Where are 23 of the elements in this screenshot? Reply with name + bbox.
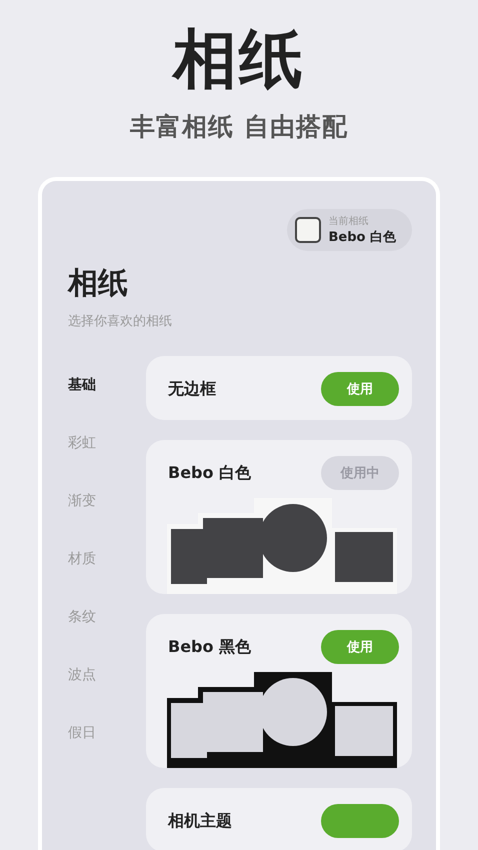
paper-title: Bebo 黑色 [168,636,252,658]
screen-title: 相纸 [68,265,129,303]
category-tab[interactable]: 材质 [68,550,146,608]
use-button[interactable] [321,804,399,838]
paper-title: 无边框 [168,378,216,400]
category-tab[interactable]: 渐变 [68,492,146,550]
screen-subtitle: 选择你喜欢的相纸 [68,313,173,330]
chip-paper-name: Bebo 白色 [328,229,396,246]
category-tab[interactable]: 彩虹 [68,434,146,492]
use-button[interactable]: 使用 [321,630,399,664]
tagline: 丰富相纸 自由搭配 [130,111,348,143]
use-button[interactable]: 使用中 [321,456,399,490]
paper-title: Bebo 白色 [168,462,252,484]
headline: 相纸 [173,28,305,92]
current-paper-chip[interactable]: 当前相纸 Bebo 白色 [286,209,412,251]
category-tab[interactable]: 基础 [68,376,146,434]
paper-swatch-icon [294,217,320,243]
use-button[interactable]: 使用 [321,372,399,406]
category-tab[interactable]: 假日 [68,724,146,782]
category-tab[interactable]: 波点 [68,666,146,724]
paper-title: 相机主题 [168,810,232,832]
category-tab[interactable]: 条纹 [68,608,146,666]
chip-caption: 当前相纸 [328,214,370,228]
